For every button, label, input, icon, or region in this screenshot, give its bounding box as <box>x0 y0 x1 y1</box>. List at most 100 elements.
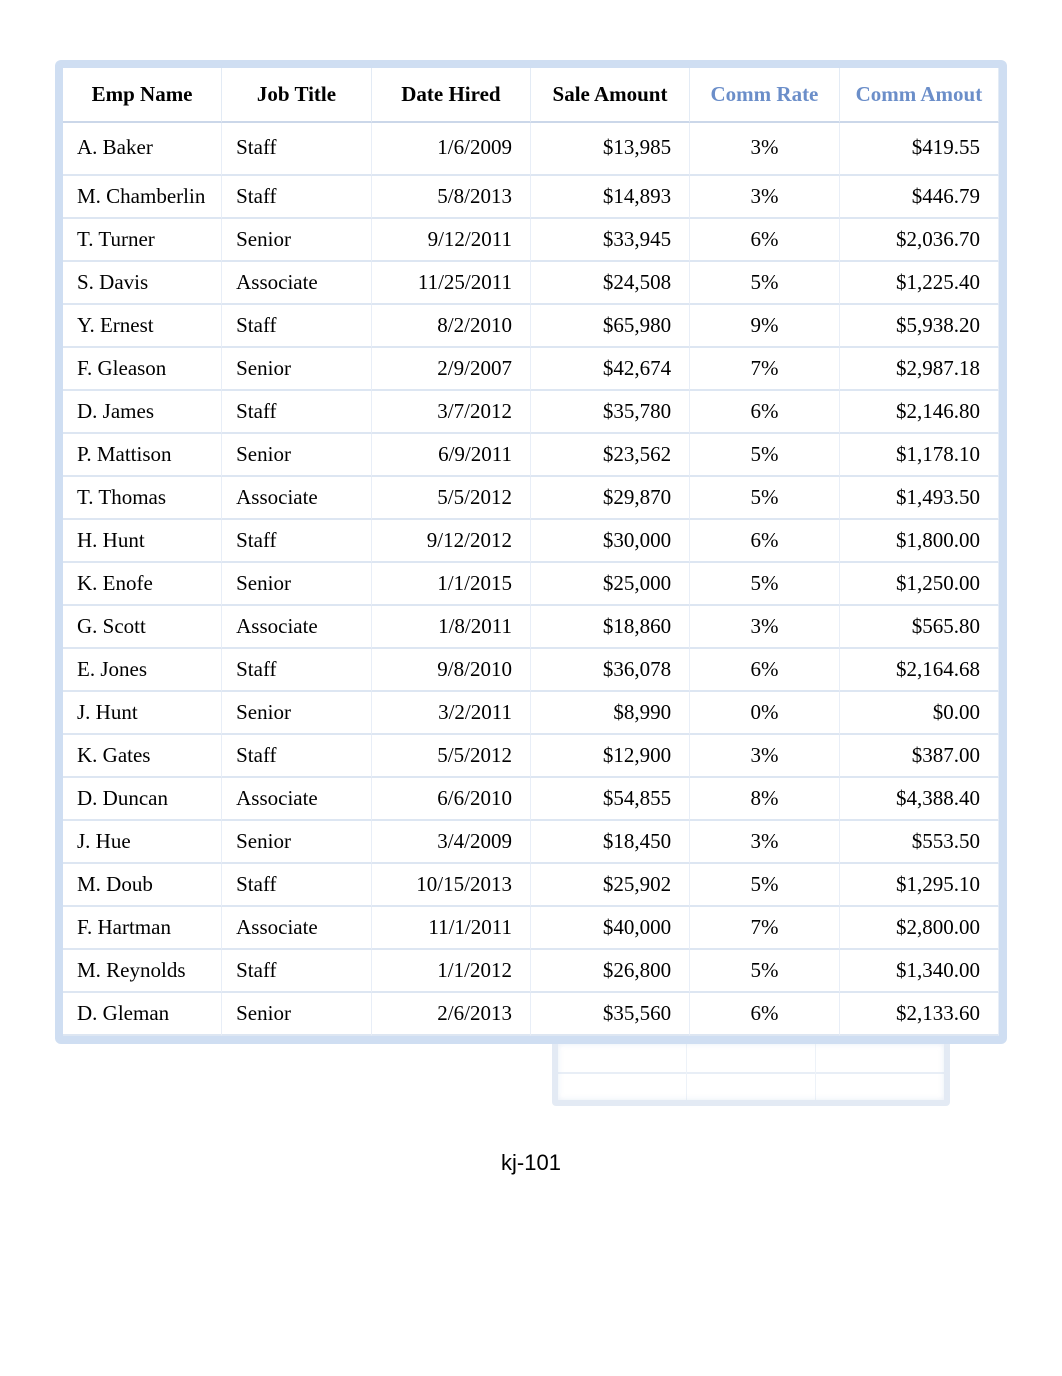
cell-job-title: Staff <box>222 176 372 219</box>
table-row: D. JamesStaff3/7/2012$35,7806%$2,146.80 <box>63 391 999 434</box>
cell-emp-name: J. Hue <box>63 821 222 864</box>
cell-comm-amount: $1,493.50 <box>840 477 999 520</box>
page-footer-label: kj-101 <box>55 1106 1007 1176</box>
cell-sale-amount: $24,508 <box>531 262 690 305</box>
cell-sale-amount: $13,985 <box>531 123 690 176</box>
cell-job-title: Staff <box>222 735 372 778</box>
table-row: J. HueSenior3/4/2009$18,4503%$553.50 <box>63 821 999 864</box>
cell-job-title: Senior <box>222 692 372 735</box>
cell-comm-amount: $2,133.60 <box>840 993 999 1036</box>
table-row: M. ReynoldsStaff1/1/2012$26,8005%$1,340.… <box>63 950 999 993</box>
cell-sale-amount: $35,780 <box>531 391 690 434</box>
cell-date-hired: 5/8/2013 <box>372 176 531 219</box>
cell-comm-rate: 6% <box>690 391 840 434</box>
cell-emp-name: M. Reynolds <box>63 950 222 993</box>
cell-date-hired: 1/8/2011 <box>372 606 531 649</box>
table-row: H. HuntStaff9/12/2012$30,0006%$1,800.00 <box>63 520 999 563</box>
cell-comm-amount: $1,340.00 <box>840 950 999 993</box>
cell-job-title: Senior <box>222 434 372 477</box>
cell-sale-amount: $18,860 <box>531 606 690 649</box>
cell-job-title: Staff <box>222 950 372 993</box>
cell-emp-name: D. Gleman <box>63 993 222 1036</box>
cell-date-hired: 10/15/2013 <box>372 864 531 907</box>
summary-box-empty <box>552 1044 950 1106</box>
cell-comm-amount: $419.55 <box>840 123 999 176</box>
table-row: K. GatesStaff5/5/2012$12,9003%$387.00 <box>63 735 999 778</box>
cell-date-hired: 6/6/2010 <box>372 778 531 821</box>
cell-job-title: Staff <box>222 123 372 176</box>
cell-sale-amount: $65,980 <box>531 305 690 348</box>
cell-date-hired: 8/2/2010 <box>372 305 531 348</box>
cell-emp-name: S. Davis <box>63 262 222 305</box>
cell-comm-rate: 5% <box>690 434 840 477</box>
cell-comm-amount: $387.00 <box>840 735 999 778</box>
cell-job-title: Associate <box>222 262 372 305</box>
cell-job-title: Senior <box>222 993 372 1036</box>
cell-date-hired: 9/12/2012 <box>372 520 531 563</box>
cell-sale-amount: $12,900 <box>531 735 690 778</box>
table-row: G. ScottAssociate1/8/2011$18,8603%$565.8… <box>63 606 999 649</box>
cell-job-title: Staff <box>222 864 372 907</box>
cell-emp-name: A. Baker <box>63 123 222 176</box>
cell-comm-amount: $4,388.40 <box>840 778 999 821</box>
cell-comm-amount: $553.50 <box>840 821 999 864</box>
table-row: T. TurnerSenior9/12/2011$33,9456%$2,036.… <box>63 219 999 262</box>
cell-job-title: Associate <box>222 778 372 821</box>
cell-comm-amount: $2,036.70 <box>840 219 999 262</box>
table-row: F. HartmanAssociate11/1/2011$40,0007%$2,… <box>63 907 999 950</box>
cell-job-title: Associate <box>222 907 372 950</box>
cell-emp-name: T. Thomas <box>63 477 222 520</box>
cell-comm-amount: $2,164.68 <box>840 649 999 692</box>
cell-comm-rate: 3% <box>690 123 840 176</box>
table-row: Y. ErnestStaff8/2/2010$65,9809%$5,938.20 <box>63 305 999 348</box>
cell-sale-amount: $54,855 <box>531 778 690 821</box>
cell-emp-name: E. Jones <box>63 649 222 692</box>
cell-emp-name: J. Hunt <box>63 692 222 735</box>
cell-comm-amount: $1,225.40 <box>840 262 999 305</box>
table-row: T. ThomasAssociate5/5/2012$29,8705%$1,49… <box>63 477 999 520</box>
cell-comm-rate: 3% <box>690 606 840 649</box>
cell-job-title: Staff <box>222 391 372 434</box>
cell-comm-amount: $5,938.20 <box>840 305 999 348</box>
cell-sale-amount: $36,078 <box>531 649 690 692</box>
cell-date-hired: 11/1/2011 <box>372 907 531 950</box>
cell-emp-name: K. Enofe <box>63 563 222 606</box>
cell-comm-rate: 7% <box>690 907 840 950</box>
header-date-hired: Date Hired <box>372 68 531 123</box>
cell-date-hired: 3/2/2011 <box>372 692 531 735</box>
cell-date-hired: 1/1/2012 <box>372 950 531 993</box>
cell-job-title: Senior <box>222 821 372 864</box>
cell-date-hired: 2/9/2007 <box>372 348 531 391</box>
cell-sale-amount: $8,990 <box>531 692 690 735</box>
cell-sale-amount: $25,000 <box>531 563 690 606</box>
cell-comm-rate: 6% <box>690 219 840 262</box>
header-comm-rate: Comm Rate <box>690 68 840 123</box>
cell-comm-rate: 9% <box>690 305 840 348</box>
cell-comm-rate: 6% <box>690 649 840 692</box>
cell-comm-amount: $1,178.10 <box>840 434 999 477</box>
cell-comm-amount: $446.79 <box>840 176 999 219</box>
table-row: D. DuncanAssociate6/6/2010$54,8558%$4,38… <box>63 778 999 821</box>
cell-comm-amount: $0.00 <box>840 692 999 735</box>
table-row: S. DavisAssociate11/25/2011$24,5085%$1,2… <box>63 262 999 305</box>
cell-emp-name: M. Doub <box>63 864 222 907</box>
cell-date-hired: 3/4/2009 <box>372 821 531 864</box>
cell-comm-amount: $1,800.00 <box>840 520 999 563</box>
header-comm-amount: Comm Amout <box>840 68 999 123</box>
cell-comm-rate: 6% <box>690 993 840 1036</box>
cell-emp-name: Y. Ernest <box>63 305 222 348</box>
cell-emp-name: H. Hunt <box>63 520 222 563</box>
cell-emp-name: D. Duncan <box>63 778 222 821</box>
cell-comm-amount: $1,295.10 <box>840 864 999 907</box>
cell-sale-amount: $18,450 <box>531 821 690 864</box>
header-emp-name: Emp Name <box>63 68 222 123</box>
header-job-title: Job Title <box>222 68 372 123</box>
cell-sale-amount: $40,000 <box>531 907 690 950</box>
table-row: F. GleasonSenior2/9/2007$42,6747%$2,987.… <box>63 348 999 391</box>
cell-job-title: Staff <box>222 520 372 563</box>
table-row: M. DoubStaff10/15/2013$25,9025%$1,295.10 <box>63 864 999 907</box>
cell-comm-rate: 5% <box>690 477 840 520</box>
cell-date-hired: 9/12/2011 <box>372 219 531 262</box>
cell-comm-rate: 0% <box>690 692 840 735</box>
cell-job-title: Staff <box>222 649 372 692</box>
